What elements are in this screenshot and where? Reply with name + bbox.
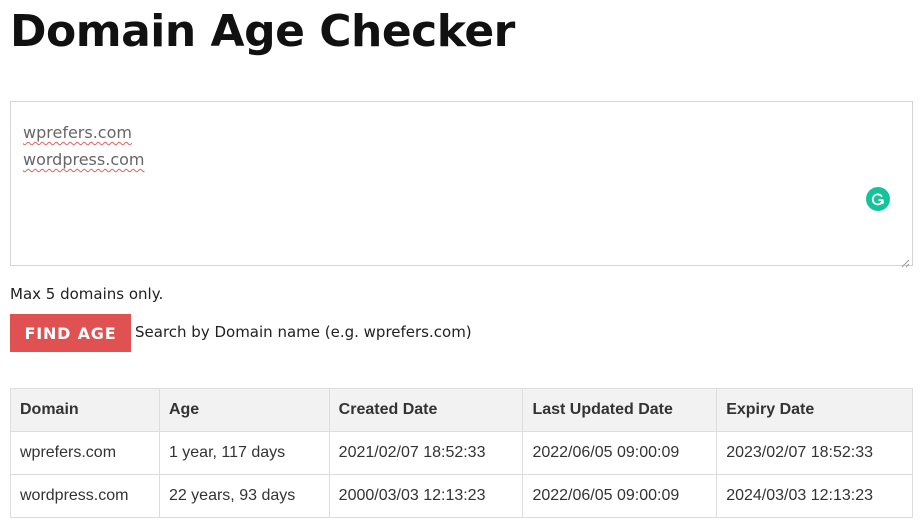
cell-last-updated-date: 2022/06/05 09:00:09 [522,474,718,518]
cell-age: 1 year, 117 days [158,431,330,475]
domains-textarea[interactable]: wprefers.com wordpress.com [10,101,913,268]
max-domains-note: Max 5 domains only. [10,285,164,303]
column-header-expiry-date: Expiry Date [716,388,913,432]
cell-created-date: 2021/02/07 18:52:33 [328,431,524,475]
cell-created-date: 2000/03/03 12:13:23 [328,474,524,518]
cell-expiry-date: 2023/02/07 18:52:33 [716,431,913,475]
results-table: Domain Age Created Date Last Updated Dat… [10,388,913,518]
grammarly-icon[interactable] [866,187,890,211]
table-header-row: Domain Age Created Date Last Updated Dat… [10,388,913,432]
cell-domain: wordpress.com [10,474,160,518]
cell-age: 22 years, 93 days [158,474,330,518]
table-row: wordpress.com 22 years, 93 days 2000/03/… [10,474,913,518]
cell-expiry-date: 2024/03/03 12:13:23 [716,474,913,518]
find-age-button[interactable]: FIND AGE [10,314,131,352]
column-header-age: Age [158,388,330,432]
domain-line: wprefers.com [23,123,132,142]
cell-domain: wprefers.com [10,431,160,475]
column-header-created-date: Created Date [328,388,524,432]
page-title: Domain Age Checker [10,6,515,57]
domain-line: wordpress.com [23,150,145,169]
resize-handle-icon[interactable] [900,253,910,268]
column-header-last-updated-date: Last Updated Date [522,388,718,432]
cell-last-updated-date: 2022/06/05 09:00:09 [522,431,718,475]
column-header-domain: Domain [10,388,160,432]
search-hint: Search by Domain name (e.g. wprefers.com… [135,323,472,341]
table-row: wprefers.com 1 year, 117 days 2021/02/07… [10,431,913,475]
